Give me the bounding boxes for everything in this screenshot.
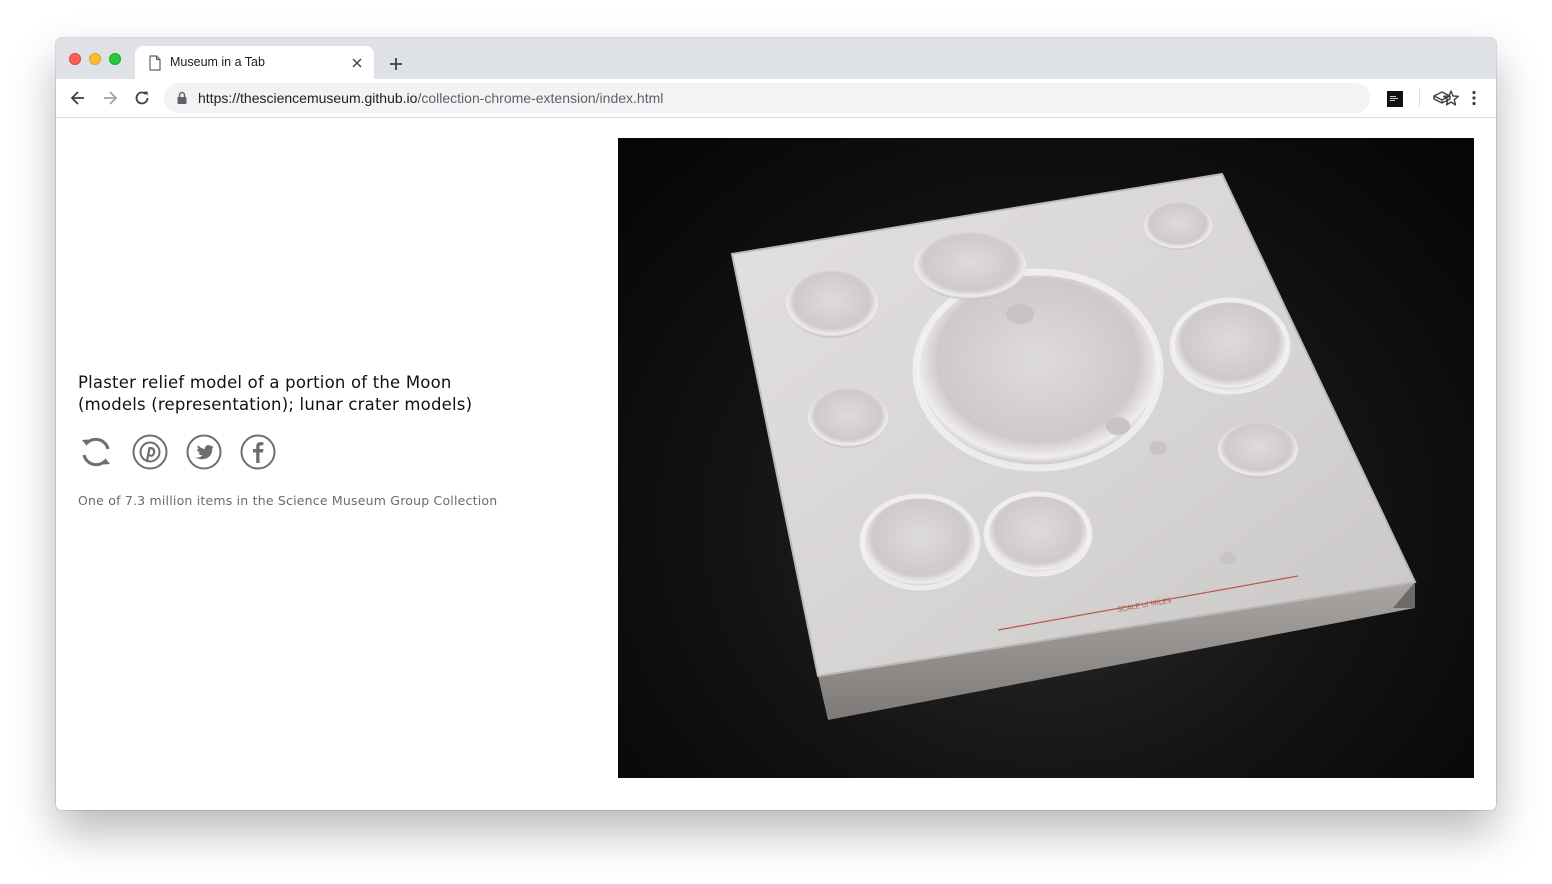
browser-window: Museum in a Tab https://thesciencemuseum… — [56, 38, 1496, 810]
document-icon — [149, 55, 161, 71]
url-host: https://thesciencemuseum.github.io — [198, 90, 418, 106]
tab-strip: Museum in a Tab — [56, 38, 1496, 79]
extension-layers-icon[interactable] — [1432, 88, 1452, 108]
forward-arrow-icon[interactable] — [100, 88, 120, 108]
kebab-menu-icon[interactable] — [1466, 88, 1482, 108]
page-content: Plaster relief model of a portion of the… — [56, 118, 1496, 810]
twitter-icon[interactable] — [186, 434, 222, 470]
url-text[interactable]: https://thesciencemuseum.github.io/colle… — [198, 90, 663, 106]
collection-caption: One of 7.3 million items in the Science … — [78, 493, 498, 508]
reload-icon[interactable] — [132, 88, 152, 108]
object-title: Plaster relief model of a portion of the… — [78, 373, 473, 414]
pinterest-icon[interactable] — [132, 434, 168, 470]
lock-icon[interactable] — [176, 91, 188, 105]
new-tab-icon[interactable] — [386, 54, 406, 74]
maximize-window-button[interactable] — [109, 53, 121, 65]
facebook-icon[interactable] — [240, 434, 276, 470]
tab-museum-in-a-tab[interactable]: Museum in a Tab — [135, 46, 374, 79]
close-window-button[interactable] — [69, 53, 81, 65]
extension-icon[interactable] — [1387, 91, 1403, 107]
moon-model-image: SCALE of MILES — [730, 172, 1417, 720]
minimize-window-button[interactable] — [89, 53, 101, 65]
refresh-icon[interactable] — [78, 434, 114, 470]
browser-toolbar: https://thesciencemuseum.github.io/colle… — [56, 79, 1496, 118]
toolbar-divider — [1419, 89, 1420, 107]
url-path: /collection-chrome-extension/index.html — [417, 90, 664, 106]
close-tab-icon[interactable] — [350, 56, 364, 70]
tab-title: Museum in a Tab — [170, 55, 265, 69]
object-photo: SCALE of MILES — [618, 138, 1474, 778]
address-bar[interactable]: https://thesciencemuseum.github.io/colle… — [164, 83, 1459, 113]
back-arrow-icon[interactable] — [68, 88, 88, 108]
